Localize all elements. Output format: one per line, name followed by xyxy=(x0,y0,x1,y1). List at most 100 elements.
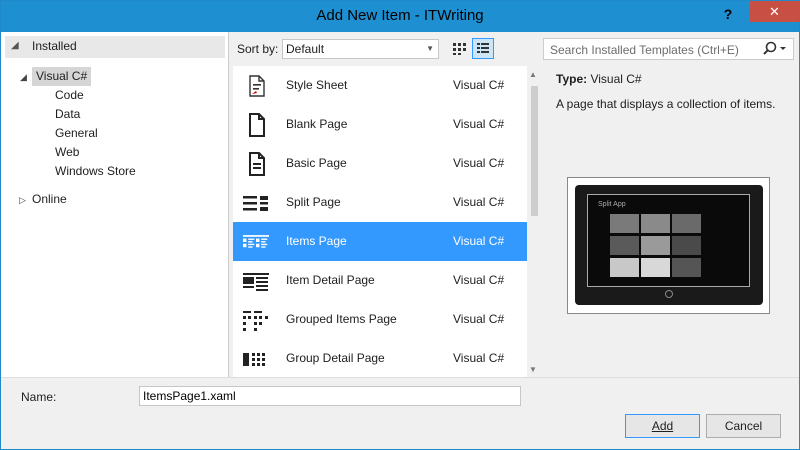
tree-item-label: Code xyxy=(55,88,84,102)
preview-tile xyxy=(672,258,701,277)
grouped-items-page-icon xyxy=(243,311,268,331)
template-language: Visual C# xyxy=(453,78,505,92)
search-installed-templates-box[interactable]: Search Installed Templates (Ctrl+E) xyxy=(543,38,794,60)
template-name: Basic Page xyxy=(286,156,347,170)
grid-view-icon xyxy=(453,43,466,55)
item-detail-page-icon xyxy=(243,273,269,291)
template-language: Visual C# xyxy=(453,234,505,248)
preview-app-title: Split App xyxy=(598,201,626,208)
sort-by-value: Default xyxy=(286,42,325,56)
add-button-label: Add xyxy=(651,419,674,433)
group-detail-page-icon xyxy=(243,353,265,366)
blank-page-icon xyxy=(249,113,265,137)
template-language: Visual C# xyxy=(453,117,505,131)
preview-tile xyxy=(610,214,639,233)
template-row-basic-page[interactable]: Basic Page Visual C# xyxy=(233,144,527,183)
template-language: Visual C# xyxy=(453,273,505,287)
template-row-item-detail-page[interactable]: Item Detail Page Visual C# xyxy=(233,261,527,300)
installed-header[interactable]: ◢ Installed xyxy=(5,36,225,58)
search-placeholder: Search Installed Templates (Ctrl+E) xyxy=(550,43,739,57)
template-row-blank-page[interactable]: Blank Page Visual C# xyxy=(233,105,527,144)
tree-item-label: Windows Store xyxy=(55,164,136,178)
help-button[interactable]: ? xyxy=(719,6,737,24)
split-page-icon xyxy=(243,196,268,211)
chevron-down-icon: ▼ xyxy=(426,44,434,53)
cancel-button[interactable]: Cancel xyxy=(706,414,781,438)
template-language: Visual C# xyxy=(453,156,505,170)
items-page-icon xyxy=(243,235,269,248)
tablet-frame: Split App xyxy=(575,185,763,305)
sort-toolbar: Sort by: Default ▼ xyxy=(229,32,537,64)
tree-item-label: Visual C# xyxy=(36,69,88,83)
template-row-group-detail-page[interactable]: Group Detail Page Visual C# xyxy=(233,339,527,377)
tree-item-label: Data xyxy=(55,107,81,121)
template-language: Visual C# xyxy=(453,195,505,209)
tree-item-label: Online xyxy=(32,192,67,206)
preview-tile xyxy=(672,214,701,233)
preview-tile xyxy=(641,258,670,277)
type-label: Type: xyxy=(556,72,588,86)
tree-item-data[interactable]: Data xyxy=(55,105,80,124)
tablet-home-button xyxy=(665,290,673,298)
template-language: Visual C# xyxy=(453,351,505,365)
tablet-screen: Split App xyxy=(587,194,750,287)
scroll-down-arrow-icon[interactable]: ▼ xyxy=(529,365,537,374)
template-preview-image: Split App xyxy=(567,177,770,314)
sort-by-dropdown[interactable]: Default ▼ xyxy=(282,39,439,59)
template-name: Style Sheet xyxy=(286,78,348,92)
template-name: Blank Page xyxy=(286,117,348,131)
basic-page-icon xyxy=(249,152,265,176)
collapsed-triangle-icon[interactable]: ▷ xyxy=(19,195,26,206)
tree-item-windows-store[interactable]: Windows Store xyxy=(55,162,136,181)
template-list: Style Sheet Visual C# Blank Page Visual … xyxy=(233,66,527,377)
preview-tile xyxy=(610,258,639,277)
scrollbar-thumb[interactable] xyxy=(531,86,538,216)
template-row-grouped-items-page[interactable]: Grouped Items Page Visual C# xyxy=(233,300,527,339)
cancel-button-label: Cancel xyxy=(724,419,763,433)
tree-item-general[interactable]: General xyxy=(55,124,98,143)
tree-item-label: Web xyxy=(55,145,80,159)
title-bar[interactable]: Add New Item - ITWriting ? ✕ xyxy=(1,1,799,32)
tree-item-label: General xyxy=(55,126,98,140)
tree-item-visual-csharp[interactable]: Visual C# xyxy=(32,67,92,86)
expanded-triangle-icon[interactable]: ◢ xyxy=(20,72,27,83)
stylesheet-icon xyxy=(249,75,265,97)
scroll-up-arrow-icon[interactable]: ▲ xyxy=(529,70,537,79)
template-name: Group Detail Page xyxy=(286,351,385,365)
sort-by-label: Sort by: xyxy=(237,42,279,56)
details-panel: Search Installed Templates (Ctrl+E) Type… xyxy=(541,32,799,377)
medium-icons-view-button[interactable] xyxy=(448,38,470,59)
tree-item-code[interactable]: Code xyxy=(55,86,84,105)
template-name: Items Page xyxy=(286,234,347,248)
preview-tile xyxy=(641,214,670,233)
category-tree: ◢ Installed ◢ Visual C# Code Data Genera… xyxy=(1,32,229,377)
template-description: A page that displays a collection of ite… xyxy=(556,97,776,111)
window-title: Add New Item - ITWriting xyxy=(316,7,484,24)
template-row-split-page[interactable]: Split Page Visual C# xyxy=(233,183,527,222)
add-button[interactable]: Add xyxy=(625,414,700,438)
installed-label: Installed xyxy=(32,39,77,53)
template-list-scrollbar[interactable]: ▲ ▼ xyxy=(527,66,541,377)
preview-tile xyxy=(610,236,639,255)
template-name: Grouped Items Page xyxy=(286,312,397,326)
template-name: Split Page xyxy=(286,195,341,209)
dialog-footer: Name: Add Cancel xyxy=(1,377,799,449)
name-input[interactable] xyxy=(139,386,521,406)
template-row-style-sheet[interactable]: Style Sheet Visual C# xyxy=(233,66,527,105)
search-icon[interactable] xyxy=(760,40,790,58)
preview-tile xyxy=(672,236,701,255)
template-name: Item Detail Page xyxy=(286,273,375,287)
tree-item-online[interactable]: Online xyxy=(32,190,67,209)
type-value: Visual C# xyxy=(590,72,642,86)
preview-tile xyxy=(641,236,670,255)
template-language: Visual C# xyxy=(453,312,505,326)
tree-item-web[interactable]: Web xyxy=(55,143,79,162)
list-view-button[interactable] xyxy=(472,38,494,59)
add-new-item-dialog: Add New Item - ITWriting ? ✕ ◢ Installed… xyxy=(0,0,800,450)
expanded-triangle-icon: ◢ xyxy=(11,40,19,51)
close-button[interactable]: ✕ xyxy=(750,1,799,22)
name-label: Name: xyxy=(21,390,57,404)
template-row-items-page[interactable]: Items Page Visual C# xyxy=(233,222,527,261)
list-view-icon xyxy=(477,43,489,53)
template-type: Type: Visual C# xyxy=(556,72,642,86)
